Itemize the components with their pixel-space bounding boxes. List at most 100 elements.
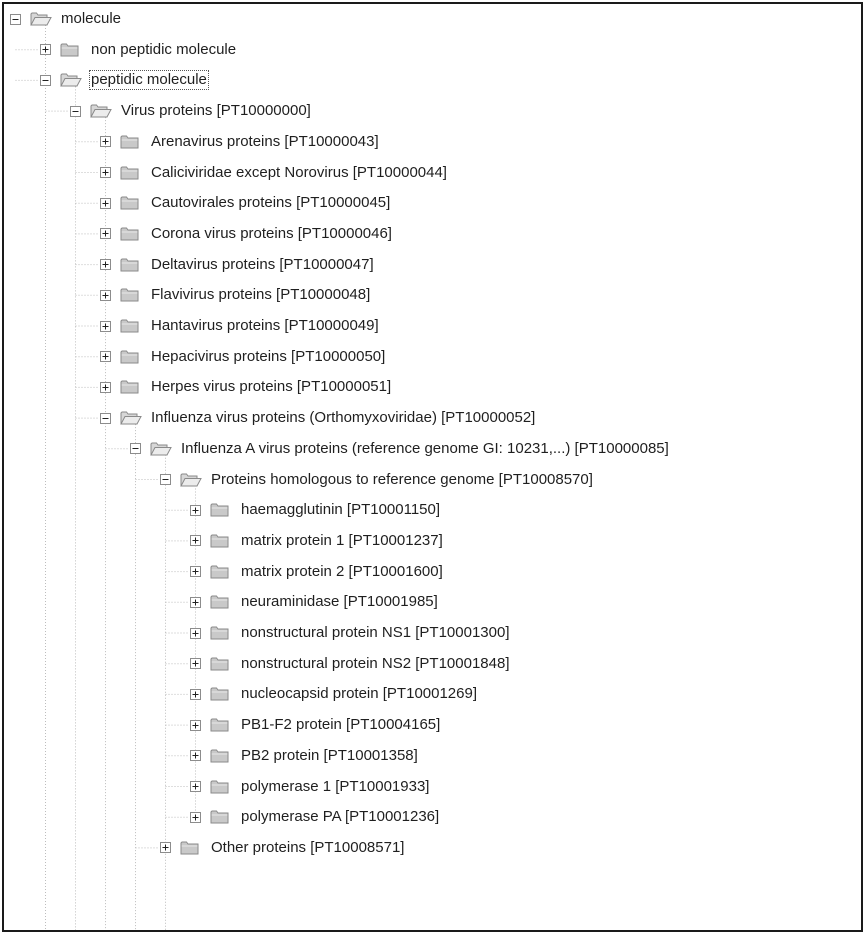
- tree-node-label[interactable]: peptidic molecule: [89, 70, 209, 91]
- tree-node[interactable]: peptidic molecule: [40, 65, 209, 95]
- tree-node[interactable]: polymerase PA [PT10001236]: [190, 802, 441, 832]
- collapse-toggle-icon[interactable]: [100, 412, 111, 424]
- expand-toggle-icon[interactable]: [100, 351, 111, 363]
- folder-icon: [210, 503, 229, 517]
- folder-icon: [120, 196, 139, 210]
- expand-toggle-icon[interactable]: [100, 381, 111, 393]
- folder-icon: [120, 288, 139, 302]
- collapse-toggle-icon[interactable]: [10, 13, 21, 25]
- expand-toggle-icon[interactable]: [100, 197, 111, 209]
- expand-toggle-icon[interactable]: [100, 259, 111, 271]
- tree-node-label[interactable]: Herpes virus proteins [PT10000051]: [149, 378, 393, 396]
- tree-node[interactable]: neuraminidase [PT10001985]: [190, 587, 440, 617]
- open-folder-icon: [60, 73, 82, 87]
- expand-toggle-icon[interactable]: [190, 688, 201, 700]
- expand-toggle-icon[interactable]: [190, 566, 201, 578]
- expand-toggle-icon[interactable]: [190, 658, 201, 670]
- expand-toggle-icon[interactable]: [100, 228, 111, 240]
- tree-node[interactable]: Influenza virus proteins (Orthomyxovirid…: [100, 403, 537, 433]
- tree-node[interactable]: nucleocapsid protein [PT10001269]: [190, 679, 479, 709]
- expand-toggle-icon[interactable]: [190, 811, 201, 823]
- tree-node[interactable]: nonstructural protein NS1 [PT10001300]: [190, 618, 512, 648]
- tree-node-label[interactable]: Proteins homologous to reference genome …: [209, 471, 595, 489]
- tree-node[interactable]: Hantavirus proteins [PT10000049]: [100, 311, 381, 341]
- tree-node-label[interactable]: Deltavirus proteins [PT10000047]: [149, 256, 376, 274]
- folder-icon: [210, 595, 229, 609]
- tree-node[interactable]: polymerase 1 [PT10001933]: [190, 772, 431, 802]
- tree-node-label[interactable]: nucleocapsid protein [PT10001269]: [239, 685, 479, 703]
- folder-icon: [120, 166, 139, 179]
- tree-node-label[interactable]: Flavivirus proteins [PT10000048]: [149, 286, 372, 304]
- tree-node[interactable]: non peptidic molecule: [40, 35, 238, 65]
- open-folder-icon: [180, 473, 202, 486]
- tree-node[interactable]: Proteins homologous to reference genome …: [160, 465, 595, 495]
- tree-node-label[interactable]: Virus proteins [PT10000000]: [119, 102, 313, 120]
- tree-node-label[interactable]: Corona virus proteins [PT10000046]: [149, 225, 394, 243]
- folder-icon: [210, 657, 229, 671]
- expand-toggle-icon[interactable]: [160, 842, 171, 854]
- tree-node[interactable]: Influenza A virus proteins (reference ge…: [130, 434, 671, 464]
- collapse-toggle-icon[interactable]: [130, 443, 141, 455]
- tree-node-label[interactable]: Cautovirales proteins [PT10000045]: [149, 194, 392, 212]
- folder-icon: [210, 718, 229, 732]
- tree-node[interactable]: matrix protein 1 [PT10001237]: [190, 526, 445, 556]
- tree-node[interactable]: Hepacivirus proteins [PT10000050]: [100, 342, 387, 372]
- expand-toggle-icon[interactable]: [190, 719, 201, 731]
- folder-icon: [210, 687, 229, 701]
- folder-icon: [210, 810, 229, 824]
- tree-node-label[interactable]: Other proteins [PT10008571]: [209, 839, 406, 857]
- collapse-toggle-icon[interactable]: [160, 474, 171, 485]
- tree-node-label[interactable]: nonstructural protein NS2 [PT10001848]: [239, 655, 512, 673]
- tree-node-label[interactable]: polymerase PA [PT10001236]: [239, 808, 441, 826]
- tree-node-label[interactable]: haemagglutinin [PT10001150]: [239, 501, 442, 519]
- tree-node[interactable]: Cautovirales proteins [PT10000045]: [100, 188, 392, 218]
- tree-node-label[interactable]: molecule: [59, 10, 123, 28]
- tree-node[interactable]: Other proteins [PT10008571]: [160, 833, 406, 863]
- expand-toggle-icon[interactable]: [40, 44, 51, 56]
- tree-node-label[interactable]: PB1-F2 protein [PT10004165]: [239, 716, 442, 734]
- tree-node-label[interactable]: Caliciviridae except Norovirus [PT100000…: [149, 164, 449, 182]
- tree-node-label[interactable]: Hantavirus proteins [PT10000049]: [149, 317, 381, 335]
- tree-node[interactable]: Corona virus proteins [PT10000046]: [100, 219, 394, 249]
- tree-node[interactable]: PB2 protein [PT10001358]: [190, 741, 420, 771]
- tree-node[interactable]: Virus proteins [PT10000000]: [70, 96, 313, 126]
- open-folder-icon: [150, 442, 172, 456]
- tree-node-label[interactable]: polymerase 1 [PT10001933]: [239, 778, 431, 796]
- tree-node-label[interactable]: Influenza virus proteins (Orthomyxovirid…: [149, 409, 537, 427]
- expand-toggle-icon[interactable]: [100, 136, 111, 148]
- expand-toggle-icon[interactable]: [190, 781, 201, 792]
- tree-node[interactable]: Herpes virus proteins [PT10000051]: [100, 372, 393, 402]
- folder-icon: [120, 227, 139, 241]
- tree-node-label[interactable]: neuraminidase [PT10001985]: [239, 593, 440, 611]
- tree-node-label[interactable]: Hepacivirus proteins [PT10000050]: [149, 348, 387, 366]
- tree-node[interactable]: Arenavirus proteins [PT10000043]: [100, 127, 381, 157]
- expand-toggle-icon[interactable]: [100, 167, 111, 178]
- collapse-toggle-icon[interactable]: [70, 105, 81, 117]
- expand-toggle-icon[interactable]: [100, 320, 111, 332]
- expand-toggle-icon[interactable]: [190, 596, 201, 608]
- folder-icon: [210, 749, 229, 763]
- tree-node[interactable]: Caliciviridae except Norovirus [PT100000…: [100, 158, 449, 188]
- tree-node-label[interactable]: PB2 protein [PT10001358]: [239, 747, 420, 765]
- tree-node-label[interactable]: nonstructural protein NS1 [PT10001300]: [239, 624, 512, 642]
- tree-node[interactable]: nonstructural protein NS2 [PT10001848]: [190, 649, 512, 679]
- expand-toggle-icon[interactable]: [190, 504, 201, 516]
- open-folder-icon: [90, 104, 112, 118]
- tree-node[interactable]: molecule: [10, 4, 123, 34]
- open-folder-icon: [30, 12, 52, 26]
- tree-node[interactable]: Deltavirus proteins [PT10000047]: [100, 250, 376, 280]
- tree-node-label[interactable]: Arenavirus proteins [PT10000043]: [149, 133, 381, 151]
- expand-toggle-icon[interactable]: [190, 750, 201, 762]
- collapse-toggle-icon[interactable]: [40, 74, 51, 86]
- tree-node-label[interactable]: matrix protein 1 [PT10001237]: [239, 532, 445, 550]
- tree-node[interactable]: Flavivirus proteins [PT10000048]: [100, 280, 372, 310]
- expand-toggle-icon[interactable]: [100, 289, 111, 301]
- tree-node[interactable]: PB1-F2 protein [PT10004165]: [190, 710, 442, 740]
- tree-node-label[interactable]: Influenza A virus proteins (reference ge…: [179, 440, 671, 458]
- tree-node-label[interactable]: non peptidic molecule: [89, 41, 238, 59]
- tree-node-label[interactable]: matrix protein 2 [PT10001600]: [239, 563, 445, 581]
- tree-node[interactable]: haemagglutinin [PT10001150]: [190, 495, 442, 525]
- expand-toggle-icon[interactable]: [190, 535, 201, 547]
- tree-node[interactable]: matrix protein 2 [PT10001600]: [190, 557, 445, 587]
- expand-toggle-icon[interactable]: [190, 627, 201, 639]
